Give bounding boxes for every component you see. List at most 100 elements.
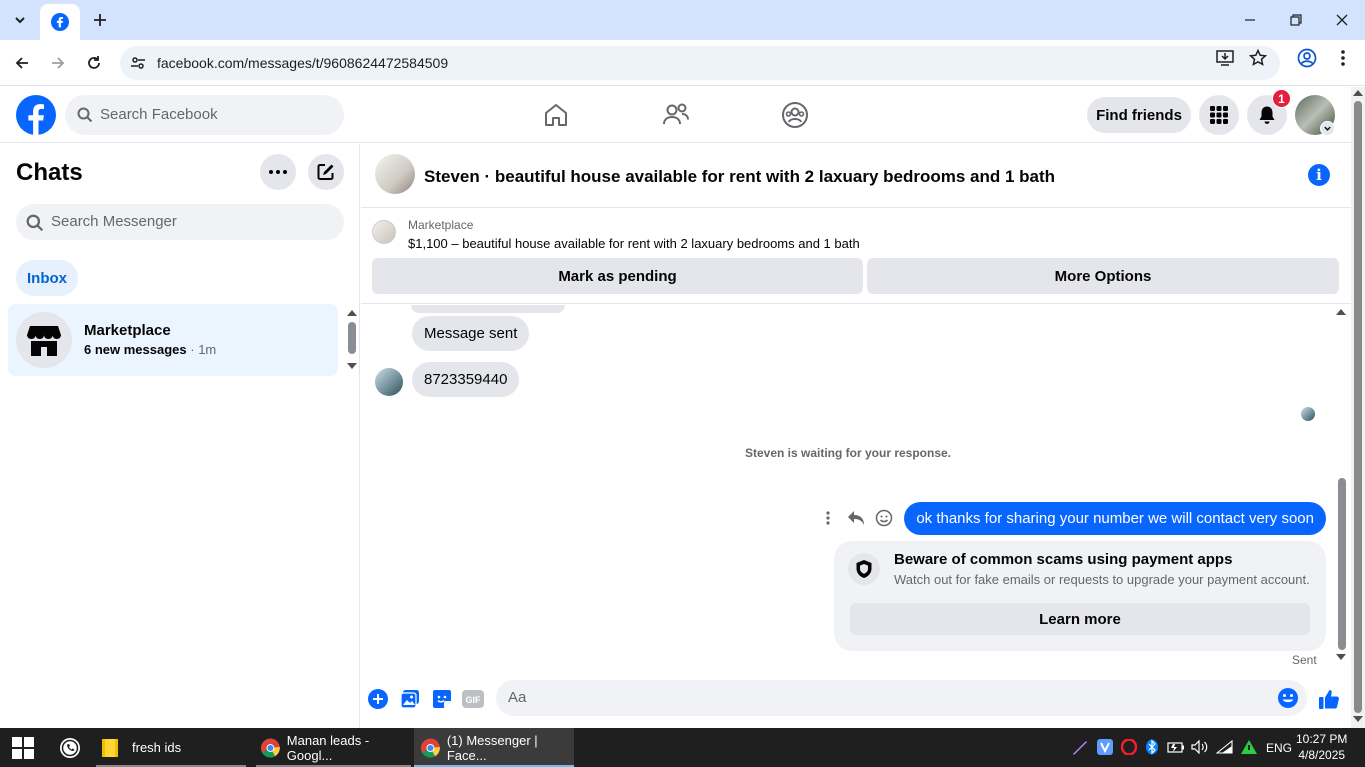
taskbar-item-label: fresh ids: [132, 740, 182, 755]
info-icon[interactable]: i: [1308, 164, 1330, 186]
scam-warning-description: Watch out for fake emails or requests to…: [894, 572, 1310, 587]
compose-icon: [317, 164, 334, 180]
conversation-title[interactable]: Steven · beautiful house available for r…: [424, 167, 1055, 187]
taskbar-file-explorer[interactable]: fresh ids: [96, 728, 246, 767]
tab-search-chevron-icon[interactable]: [8, 8, 32, 32]
chrome-profile-icon[interactable]: [1296, 47, 1318, 69]
learn-more-button[interactable]: Learn more: [850, 603, 1310, 635]
chat-item-marketplace[interactable]: Marketplace 6 new messages · 1m: [8, 304, 338, 376]
facebook-search-input[interactable]: Search Facebook: [65, 95, 344, 135]
messenger-search-input[interactable]: Search Messenger: [16, 204, 344, 240]
battery-icon[interactable]: [1167, 738, 1185, 756]
inbox-tab[interactable]: Inbox: [16, 260, 78, 296]
conversation-header: Steven · beautiful house available for r…: [361, 144, 1351, 208]
page-scroll-thumb[interactable]: [1354, 101, 1362, 713]
waiting-notice: Steven is waiting for your response.: [744, 446, 952, 460]
app-tray-icon[interactable]: [1096, 738, 1114, 756]
pen-tray-icon[interactable]: [1071, 738, 1089, 756]
search-icon: [77, 107, 93, 123]
facebook-search-placeholder: Search Facebook: [100, 106, 218, 123]
message-bubble[interactable]: 8723359440: [412, 362, 520, 397]
sticker-icon[interactable]: [431, 688, 453, 710]
whatsapp-icon[interactable]: [59, 728, 83, 767]
chats-sidebar: Chats Search Messenger Inbox Marketplace…: [0, 144, 360, 728]
scam-warning-card: Beware of common scams using payment app…: [834, 541, 1326, 651]
sender-avatar[interactable]: [375, 368, 403, 396]
scroll-down-arrow-icon[interactable]: [1353, 716, 1363, 722]
message-input-placeholder: Aa: [508, 689, 527, 706]
home-icon[interactable]: [540, 99, 572, 131]
marketplace-label: Marketplace: [408, 218, 474, 232]
search-icon: [26, 214, 44, 232]
find-friends-button[interactable]: Find friends: [1087, 97, 1191, 133]
site-settings-icon[interactable]: [128, 53, 148, 73]
conversation-scrollbar[interactable]: [1338, 478, 1346, 650]
install-app-icon[interactable]: [1214, 47, 1236, 69]
chrome-menu-icon[interactable]: [1332, 47, 1354, 69]
folder-icon: [102, 738, 118, 757]
gif-icon[interactable]: GIF: [462, 688, 484, 710]
friends-icon[interactable]: [660, 99, 692, 131]
menu-grid-icon[interactable]: [1199, 95, 1239, 135]
gif-label: GIF: [466, 695, 482, 705]
back-arrow-icon[interactable]: [8, 49, 36, 77]
wifi-icon[interactable]: [1216, 738, 1234, 756]
groups-icon[interactable]: [779, 99, 811, 131]
windows-start-icon[interactable]: [12, 728, 36, 767]
react-emoji-icon[interactable]: [874, 508, 894, 528]
scam-warning-title: Beware of common scams using payment app…: [894, 551, 1233, 568]
chrome-icon: [420, 738, 440, 758]
tab-facebook[interactable]: [40, 4, 80, 40]
message-input[interactable]: Aa: [496, 680, 1307, 716]
scroll-up-arrow-icon[interactable]: [1336, 309, 1346, 315]
new-message-button[interactable]: [308, 154, 344, 190]
taskbar-item-label: (1) Messenger | Face...: [446, 732, 538, 763]
chat-preview-text: 6 new messages: [84, 342, 187, 357]
network-signal-icon[interactable]: [1240, 738, 1258, 756]
opera-icon[interactable]: [1120, 738, 1138, 756]
taskbar-clock[interactable]: 10:27 PM 4/8/2025: [1296, 731, 1347, 763]
chat-preview: 6 new messages · 1m: [84, 342, 216, 357]
taskbar-chrome-messenger[interactable]: (1) Messenger | Face...: [414, 728, 574, 767]
close-window-icon[interactable]: [1322, 6, 1362, 34]
forward-arrow-icon[interactable]: [44, 49, 72, 77]
volume-icon[interactable]: [1191, 738, 1209, 756]
scroll-down-arrow-icon[interactable]: [1336, 654, 1346, 660]
marketplace-store-icon: [16, 312, 72, 368]
message-status: Sent: [1292, 653, 1317, 667]
photo-gallery-icon[interactable]: [399, 688, 421, 710]
reload-icon[interactable]: [80, 49, 108, 77]
input-language[interactable]: ENG: [1266, 728, 1294, 767]
my-message-bubble[interactable]: ok thanks for sharing your number we wil…: [904, 502, 1326, 535]
more-horizontal-icon: [269, 170, 287, 174]
listing-thumbnail[interactable]: [372, 220, 396, 244]
emoji-icon[interactable]: [1277, 687, 1299, 709]
scroll-up-arrow-icon[interactable]: [347, 310, 357, 316]
mark-as-pending-button[interactable]: Mark as pending: [372, 258, 863, 294]
listing-description[interactable]: $1,100 – beautiful house available for r…: [408, 236, 860, 251]
chat-list-scrollbar[interactable]: [348, 322, 356, 354]
add-attachment-plus-icon[interactable]: [367, 688, 389, 710]
previous-message-bubble: [411, 305, 565, 313]
restore-icon[interactable]: [1276, 6, 1316, 34]
facebook-header: Search Facebook Find friends 1: [0, 87, 1351, 143]
bluetooth-icon[interactable]: [1143, 738, 1161, 756]
page-scrollbar[interactable]: [1351, 87, 1365, 728]
minimize-icon[interactable]: [1230, 6, 1270, 34]
scroll-down-arrow-icon[interactable]: [347, 363, 357, 369]
more-vertical-icon[interactable]: [818, 508, 838, 528]
more-options-button[interactable]: More Options: [867, 258, 1339, 294]
account-chevron-down-icon[interactable]: [1320, 121, 1335, 136]
bookmark-star-icon[interactable]: [1247, 47, 1269, 69]
scroll-up-arrow-icon[interactable]: [1353, 90, 1363, 96]
facebook-logo-icon[interactable]: [16, 95, 56, 135]
conversation-avatar[interactable]: [375, 154, 415, 194]
new-tab-plus-icon[interactable]: [88, 8, 112, 32]
browser-tabstrip: [0, 0, 1365, 40]
taskbar-chrome-manan[interactable]: Manan leads - Googl...: [256, 728, 411, 767]
like-thumbs-up-icon[interactable]: [1318, 688, 1340, 710]
reply-icon[interactable]: [846, 508, 866, 528]
chat-options-button[interactable]: [260, 154, 296, 190]
address-bar[interactable]: facebook.com/messages/t/9608624472584509: [120, 46, 1280, 80]
message-bubble[interactable]: Message sent: [412, 316, 530, 351]
